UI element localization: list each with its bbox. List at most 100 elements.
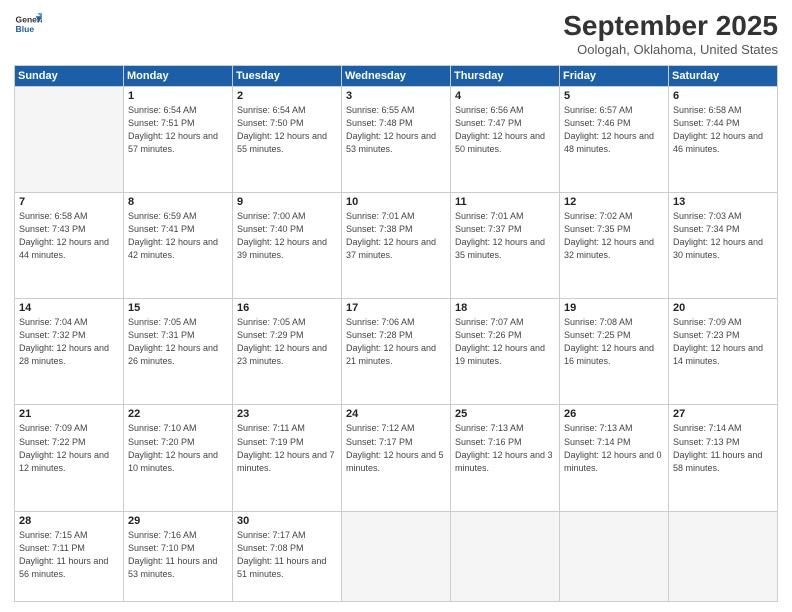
calendar-cell: 29 Sunrise: 7:16 AMSunset: 7:10 PMDayligh…: [124, 511, 233, 601]
calendar-cell: 10Sunrise: 7:01 AMSunset: 7:38 PMDayligh…: [342, 193, 451, 299]
day-info: Sunrise: 6:58 AMSunset: 7:43 PMDaylight:…: [19, 210, 119, 262]
day-number: 26: [564, 408, 664, 420]
calendar-cell: 18Sunrise: 7:07 AMSunset: 7:26 PMDayligh…: [451, 299, 560, 405]
calendar-cell: 14Sunrise: 7:04 AMSunset: 7:32 PMDayligh…: [15, 299, 124, 405]
calendar-cell: 15Sunrise: 7:05 AMSunset: 7:31 PMDayligh…: [124, 299, 233, 405]
week-row-0: 1Sunrise: 6:54 AMSunset: 7:51 PMDaylight…: [15, 87, 778, 193]
calendar-cell: [560, 511, 669, 601]
weekday-header-thursday: Thursday: [451, 66, 560, 87]
week-row-4: 28 Sunrise: 7:15 AMSunset: 7:11 PMDayligh…: [15, 511, 778, 601]
month-title: September 2025: [563, 10, 778, 42]
day-info: Sunrise: 7:00 AMSunset: 7:40 PMDaylight:…: [237, 210, 337, 262]
day-number: 25: [455, 408, 555, 420]
calendar-cell: 26 Sunrise: 7:13 AMSunset: 7:14 PMDayligh…: [560, 405, 669, 511]
day-number: 27: [673, 408, 773, 420]
calendar-cell: 3Sunrise: 6:55 AMSunset: 7:48 PMDaylight…: [342, 87, 451, 193]
weekday-header-wednesday: Wednesday: [342, 66, 451, 87]
day-info: Sunrise: 7:12 AMSunset: 7:17 PMDaylight:…: [346, 422, 446, 474]
day-number: 28: [19, 515, 119, 527]
week-row-2: 14Sunrise: 7:04 AMSunset: 7:32 PMDayligh…: [15, 299, 778, 405]
day-number: 29: [128, 515, 228, 527]
day-info: Sunrise: 7:13 AMSunset: 7:14 PMDaylight:…: [564, 422, 664, 474]
day-number: 1: [128, 90, 228, 102]
day-number: 2: [237, 90, 337, 102]
day-info: Sunrise: 7:01 AMSunset: 7:37 PMDaylight:…: [455, 210, 555, 262]
calendar-cell: 23Sunrise: 7:11 AMSunset: 7:19 PMDayligh…: [233, 405, 342, 511]
weekday-header-friday: Friday: [560, 66, 669, 87]
day-info: Sunrise: 7:06 AMSunset: 7:28 PMDaylight:…: [346, 316, 446, 368]
calendar-cell: 16Sunrise: 7:05 AMSunset: 7:29 PMDayligh…: [233, 299, 342, 405]
day-info: Sunrise: 7:01 AMSunset: 7:38 PMDaylight:…: [346, 210, 446, 262]
calendar-cell: 4 Sunrise: 6:56 AMSunset: 7:47 PMDaylight…: [451, 87, 560, 193]
location: Oologah, Oklahoma, United States: [563, 42, 778, 57]
calendar-cell: 8 Sunrise: 6:59 AMSunset: 7:41 PMDaylight…: [124, 193, 233, 299]
day-number: 5: [564, 90, 664, 102]
day-info: Sunrise: 7:10 AMSunset: 7:20 PMDaylight:…: [128, 422, 228, 474]
day-info: Sunrise: 7:09 AMSunset: 7:22 PMDaylight:…: [19, 422, 119, 474]
day-info: Sunrise: 6:54 AMSunset: 7:50 PMDaylight:…: [237, 104, 337, 156]
calendar-cell: [342, 511, 451, 601]
calendar-cell: [15, 87, 124, 193]
day-number: 16: [237, 302, 337, 314]
week-row-3: 21 Sunrise: 7:09 AMSunset: 7:22 PMDayligh…: [15, 405, 778, 511]
day-number: 24: [346, 408, 446, 420]
day-info: Sunrise: 7:09 AMSunset: 7:23 PMDaylight:…: [673, 316, 773, 368]
calendar-cell: 7 Sunrise: 6:58 AMSunset: 7:43 PMDaylight…: [15, 193, 124, 299]
calendar-cell: 11 Sunrise: 7:01 AMSunset: 7:37 PMDayligh…: [451, 193, 560, 299]
day-info: Sunrise: 7:13 AMSunset: 7:16 PMDaylight:…: [455, 422, 555, 474]
weekday-header-monday: Monday: [124, 66, 233, 87]
day-info: Sunrise: 7:14 AMSunset: 7:13 PMDaylight:…: [673, 422, 773, 474]
day-number: 15: [128, 302, 228, 314]
svg-text:Blue: Blue: [16, 24, 35, 34]
day-info: Sunrise: 6:58 AMSunset: 7:44 PMDaylight:…: [673, 104, 773, 156]
calendar-cell: 1Sunrise: 6:54 AMSunset: 7:51 PMDaylight…: [124, 87, 233, 193]
day-info: Sunrise: 6:57 AMSunset: 7:46 PMDaylight:…: [564, 104, 664, 156]
calendar-cell: 20 Sunrise: 7:09 AMSunset: 7:23 PMDayligh…: [669, 299, 778, 405]
calendar-cell: 12 Sunrise: 7:02 AMSunset: 7:35 PMDayligh…: [560, 193, 669, 299]
day-info: Sunrise: 6:59 AMSunset: 7:41 PMDaylight:…: [128, 210, 228, 262]
day-number: 21: [19, 408, 119, 420]
day-number: 9: [237, 196, 337, 208]
calendar-cell: 27 Sunrise: 7:14 AMSunset: 7:13 PMDayligh…: [669, 405, 778, 511]
calendar-cell: 28 Sunrise: 7:15 AMSunset: 7:11 PMDayligh…: [15, 511, 124, 601]
day-info: Sunrise: 7:08 AMSunset: 7:25 PMDaylight:…: [564, 316, 664, 368]
day-info: Sunrise: 6:56 AMSunset: 7:47 PMDaylight:…: [455, 104, 555, 156]
day-number: 22: [128, 408, 228, 420]
calendar-cell: [451, 511, 560, 601]
day-info: Sunrise: 7:16 AMSunset: 7:10 PMDaylight:…: [128, 529, 228, 581]
day-info: Sunrise: 7:15 AMSunset: 7:11 PMDaylight:…: [19, 529, 119, 581]
calendar-cell: 13 Sunrise: 7:03 AMSunset: 7:34 PMDayligh…: [669, 193, 778, 299]
calendar-cell: 21 Sunrise: 7:09 AMSunset: 7:22 PMDayligh…: [15, 405, 124, 511]
day-info: Sunrise: 6:55 AMSunset: 7:48 PMDaylight:…: [346, 104, 446, 156]
day-number: 12: [564, 196, 664, 208]
calendar-cell: 2 Sunrise: 6:54 AMSunset: 7:50 PMDaylight…: [233, 87, 342, 193]
weekday-header-tuesday: Tuesday: [233, 66, 342, 87]
day-number: 19: [564, 302, 664, 314]
calendar-cell: [669, 511, 778, 601]
logo-icon: General Blue: [14, 10, 42, 38]
calendar-cell: 25 Sunrise: 7:13 AMSunset: 7:16 PMDayligh…: [451, 405, 560, 511]
day-info: Sunrise: 7:02 AMSunset: 7:35 PMDaylight:…: [564, 210, 664, 262]
calendar-cell: 6Sunrise: 6:58 AMSunset: 7:44 PMDaylight…: [669, 87, 778, 193]
day-number: 8: [128, 196, 228, 208]
calendar-cell: 19 Sunrise: 7:08 AMSunset: 7:25 PMDayligh…: [560, 299, 669, 405]
day-number: 14: [19, 302, 119, 314]
day-number: 11: [455, 196, 555, 208]
calendar-cell: 9 Sunrise: 7:00 AMSunset: 7:40 PMDaylight…: [233, 193, 342, 299]
day-info: Sunrise: 7:17 AMSunset: 7:08 PMDaylight:…: [237, 529, 337, 581]
day-number: 7: [19, 196, 119, 208]
day-number: 20: [673, 302, 773, 314]
day-number: 30: [237, 515, 337, 527]
day-number: 23: [237, 408, 337, 420]
day-info: Sunrise: 7:03 AMSunset: 7:34 PMDaylight:…: [673, 210, 773, 262]
weekday-header-saturday: Saturday: [669, 66, 778, 87]
day-number: 13: [673, 196, 773, 208]
day-info: Sunrise: 7:07 AMSunset: 7:26 PMDaylight:…: [455, 316, 555, 368]
day-number: 17: [346, 302, 446, 314]
day-number: 4: [455, 90, 555, 102]
calendar-cell: 5 Sunrise: 6:57 AMSunset: 7:46 PMDaylight…: [560, 87, 669, 193]
calendar-table: SundayMondayTuesdayWednesdayThursdayFrid…: [14, 65, 778, 602]
weekday-header-sunday: Sunday: [15, 66, 124, 87]
logo: General Blue: [14, 10, 42, 38]
calendar-cell: 17 Sunrise: 7:06 AMSunset: 7:28 PMDayligh…: [342, 299, 451, 405]
